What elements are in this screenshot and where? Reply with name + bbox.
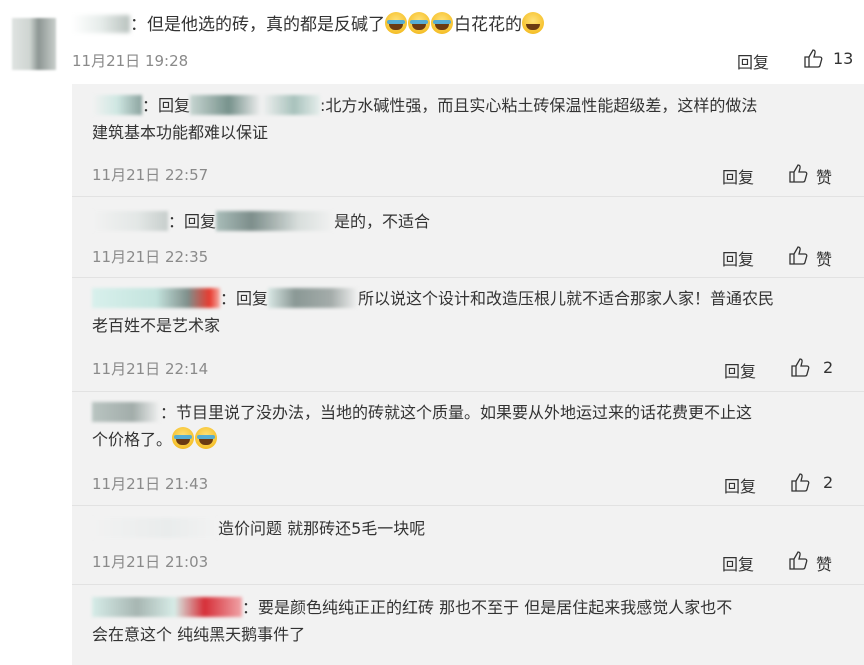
username-blurred[interactable] bbox=[92, 518, 218, 538]
laugh-cry-emoji-icon bbox=[195, 427, 218, 449]
thumbs-up-icon[interactable] bbox=[803, 49, 823, 69]
like-count: 13 bbox=[833, 49, 854, 68]
reply-button[interactable]: 回复 bbox=[724, 473, 756, 497]
thumbs-up-icon[interactable] bbox=[790, 358, 810, 378]
thumbs-up-icon[interactable] bbox=[790, 473, 810, 493]
reply-text: ：节目里说了没办法，当地的砖就这个质量。如果要从外地运过来的话花费更不止这 个价… bbox=[92, 402, 753, 449]
divider bbox=[72, 391, 864, 392]
reply-time: 11月21日 21:43 bbox=[92, 475, 209, 493]
avatar[interactable] bbox=[12, 18, 56, 70]
main-comment-text: ：但是他选的砖，真的都是反碱了 白花花的 bbox=[72, 12, 545, 38]
reply-text: ：回复 是的，不适合 bbox=[92, 208, 852, 235]
reply-time: 11月21日 22:35 bbox=[92, 248, 209, 266]
reply-button[interactable]: 回复 bbox=[722, 164, 754, 188]
divider bbox=[72, 277, 864, 278]
thumbs-up-icon[interactable] bbox=[788, 164, 808, 184]
mention-blurred[interactable] bbox=[268, 288, 359, 308]
thumbs-up-icon[interactable] bbox=[788, 246, 808, 266]
like-count: 2 bbox=[823, 358, 834, 377]
username-blurred[interactable] bbox=[92, 288, 220, 308]
username-blurred[interactable] bbox=[92, 597, 242, 617]
reply-text: ：回复:北方水碱性强，而且实心粘土砖保温性能超级差，这样的做法 建筑基本功能都难… bbox=[92, 95, 758, 142]
replies-panel: ：回复:北方水碱性强，而且实心粘土砖保温性能超级差，这样的做法 建筑基本功能都难… bbox=[72, 84, 864, 665]
reply-time: 11月21日 21:03 bbox=[92, 553, 209, 571]
username-blurred[interactable] bbox=[92, 95, 142, 115]
reply-time: 11月21日 22:14 bbox=[92, 360, 209, 378]
reply-button[interactable]: 回复 bbox=[737, 49, 769, 73]
mention-blurred[interactable] bbox=[216, 211, 335, 231]
reply-text: ：回复 所以说这个设计和改造压根儿就不适合那家人家！普通农民 老百姓不是艺术家 bbox=[92, 288, 775, 335]
laugh-cry-emoji-icon bbox=[431, 12, 453, 34]
username-blurred[interactable] bbox=[72, 15, 130, 33]
grin-emoji-icon bbox=[522, 12, 544, 34]
reply-button[interactable]: 回复 bbox=[724, 358, 756, 382]
divider bbox=[72, 584, 864, 585]
like-label: 赞 bbox=[816, 250, 833, 269]
laugh-cry-emoji-icon bbox=[385, 12, 407, 34]
username-blurred[interactable] bbox=[92, 211, 168, 231]
reply-text: ：要是颜色纯纯正正的红砖 那也不至于 但是居住起来我感觉人家也不 会在意这个 纯… bbox=[92, 597, 733, 644]
divider bbox=[72, 196, 864, 197]
like-label: 赞 bbox=[816, 555, 833, 574]
divider bbox=[72, 505, 864, 506]
reply-time: 11月21日 22:57 bbox=[92, 166, 209, 184]
like-label: 赞 bbox=[816, 168, 833, 187]
reply-button[interactable]: 回复 bbox=[722, 246, 754, 270]
reply-text: 造价问题 就那砖还5毛一块呢 bbox=[92, 515, 852, 542]
username-blurred[interactable] bbox=[92, 402, 160, 422]
comment-time: 11月21日 19:28 bbox=[72, 52, 189, 70]
laugh-cry-emoji-icon bbox=[172, 427, 195, 449]
like-count: 2 bbox=[823, 473, 834, 492]
thumbs-up-icon[interactable] bbox=[788, 551, 808, 571]
reply-button[interactable]: 回复 bbox=[722, 551, 754, 575]
laugh-cry-emoji-icon bbox=[408, 12, 430, 34]
mention-blurred[interactable] bbox=[190, 95, 321, 115]
